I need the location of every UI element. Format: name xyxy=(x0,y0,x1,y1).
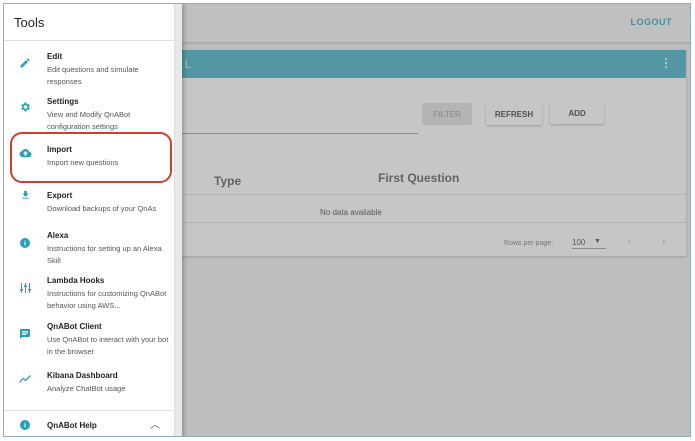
drawer-item-title: Export xyxy=(47,191,73,200)
drawer-item-alexa[interactable]: Alexa Instructions for setting up an Ale… xyxy=(4,227,174,267)
highlight-annotation xyxy=(10,132,172,183)
divider xyxy=(4,40,174,41)
drawer-item-subtitle: Download backups of your QnAs xyxy=(47,204,157,213)
download-icon xyxy=(18,188,32,202)
chat-icon xyxy=(18,327,32,341)
drawer-title: Tools xyxy=(14,15,45,30)
drawer-item-subtitle: Edit questions and simulate responses xyxy=(47,65,139,86)
drawer-scrollbar[interactable] xyxy=(174,4,182,436)
drawer-item-title: Kibana Dashboard xyxy=(47,371,118,380)
drawer-item-edit[interactable]: Edit Edit questions and simulate respons… xyxy=(4,48,174,88)
drawer-item-subtitle: Instructions for setting up an Alexa Ski… xyxy=(47,244,162,265)
drawer-item-settings[interactable]: Settings View and Modify QnABot configur… xyxy=(4,94,174,134)
divider xyxy=(4,410,174,411)
pencil-icon xyxy=(18,56,32,70)
drawer-item-qnabot-help[interactable]: QnABot Help ︿ xyxy=(4,414,174,436)
info-icon xyxy=(18,236,32,250)
window-frame: LOGOUT ALL ⋮ x FILTER REFRESH ADD Type F… xyxy=(3,3,691,437)
drawer-item-title: QnABot Help xyxy=(47,421,97,430)
drawer-item-export[interactable]: Export Download backups of your QnAs xyxy=(4,188,174,218)
drawer-item-title: QnABot Client xyxy=(47,322,102,331)
drawer-item-subtitle: Use QnABot to interact with your bot in … xyxy=(47,335,169,356)
drawer-item-subtitle: Analyze ChatBot usage xyxy=(47,384,126,393)
drawer-item-subtitle: Instructions for customizing QnABot beha… xyxy=(47,289,167,310)
drawer-item-title: Lambda Hooks xyxy=(47,276,105,285)
drawer-item-lambda-hooks[interactable]: Lambda Hooks Instructions for customizin… xyxy=(4,272,174,312)
gear-icon xyxy=(18,100,32,114)
sliders-icon xyxy=(18,281,32,295)
drawer-item-qnabot-client[interactable]: QnABot Client Use QnABot to interact wit… xyxy=(4,318,174,358)
trend-icon xyxy=(18,372,32,386)
info-icon xyxy=(18,418,32,432)
drawer-item-title: Settings xyxy=(47,97,79,106)
drawer-item-kibana-dashboard[interactable]: Kibana Dashboard Analyze ChatBot usage xyxy=(4,368,174,398)
tools-drawer: Tools Edit Edit questions and simulate r… xyxy=(4,4,182,436)
chevron-up-icon[interactable]: ︿ xyxy=(150,416,160,431)
drawer-item-subtitle: View and Modify QnABot configuration set… xyxy=(47,110,131,131)
drawer-item-title: Edit xyxy=(47,52,63,61)
drawer-item-title: Alexa xyxy=(47,231,69,240)
